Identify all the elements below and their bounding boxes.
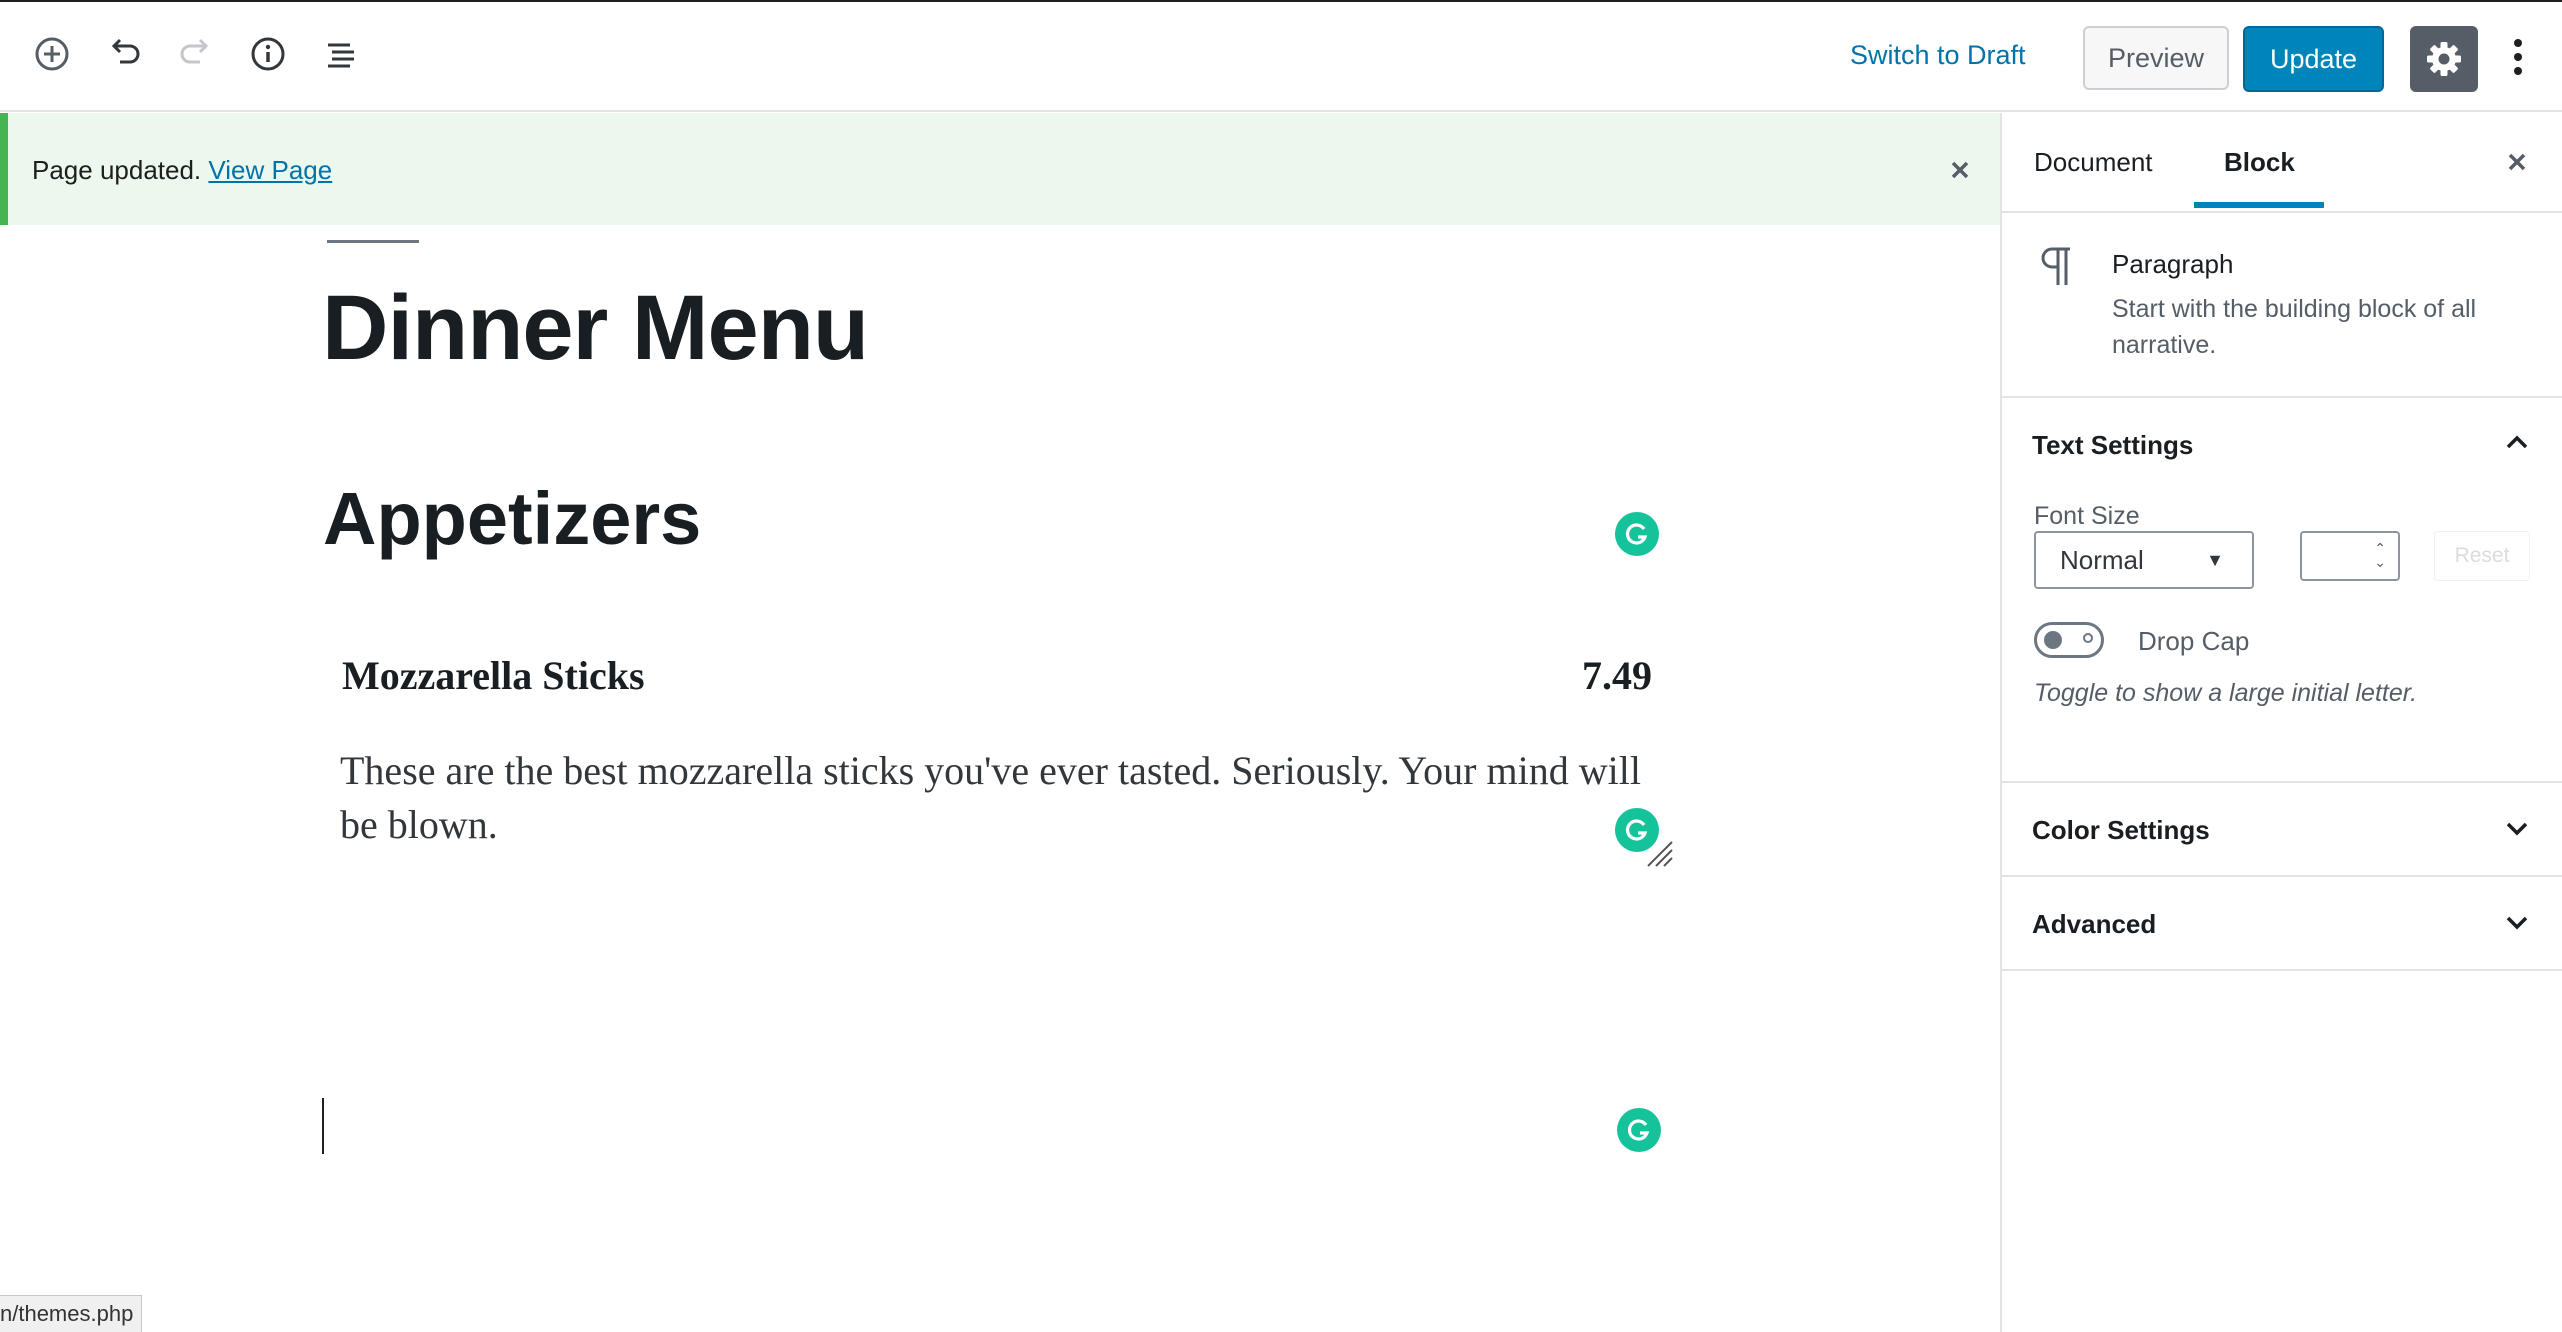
font-size-select[interactable]: Normal ▼ — [2034, 531, 2254, 589]
undo-icon[interactable] — [104, 34, 144, 74]
plus-circle-icon[interactable] — [32, 34, 72, 74]
sidebar-tabs: Document Block — [2002, 113, 2562, 213]
active-tab-indicator — [2194, 202, 2324, 208]
stepper-arrows-icon[interactable]: ⌃ ⌄ — [2374, 541, 2386, 569]
post-title[interactable]: Dinner Menu — [322, 276, 869, 381]
menu-item-name[interactable]: Mozzarella Sticks — [342, 652, 645, 699]
menu-item-price[interactable]: 7.49 — [1582, 652, 1652, 699]
block-card: Paragraph Start with the building block … — [2002, 213, 2562, 398]
grammarly-icon[interactable] — [1617, 1108, 1661, 1152]
gear-icon — [2427, 42, 2461, 76]
text-settings-panel: Text Settings Font Size Normal ▼ ⌃ ⌄ Rese… — [2002, 398, 2562, 783]
text-settings-toggle[interactable]: Text Settings — [2032, 430, 2193, 461]
title-separator — [327, 240, 419, 243]
notice-message: Page updated. View Page — [32, 155, 332, 186]
settings-sidebar: Document Block Paragraph Start with the … — [2000, 113, 2562, 1332]
editor-toolbar: Switch to Draft Preview Update — [0, 0, 2562, 112]
heading-block[interactable]: Appetizers — [323, 476, 701, 561]
switch-to-draft-button[interactable]: Switch to Draft — [1850, 40, 2026, 71]
block-description: Start with the building block of all nar… — [2112, 295, 2477, 359]
info-icon[interactable] — [248, 34, 288, 74]
paragraph-icon — [2038, 245, 2074, 289]
redo-icon[interactable] — [176, 34, 216, 74]
text-cursor — [322, 1098, 324, 1154]
font-size-label: Font Size — [2034, 502, 2140, 530]
drop-cap-toggle[interactable] — [2034, 622, 2104, 658]
toggle-knob — [2044, 631, 2062, 649]
close-icon[interactable] — [1943, 153, 1977, 187]
more-vertical-icon[interactable] — [2500, 32, 2536, 82]
advanced-panel: Advanced — [2002, 877, 2562, 971]
font-size-value: Normal — [2060, 545, 2144, 575]
success-notice: Page updated. View Page — [0, 113, 2000, 225]
close-icon[interactable] — [2502, 147, 2532, 177]
settings-button[interactable] — [2410, 26, 2478, 92]
chevron-up-icon[interactable] — [2502, 428, 2532, 458]
color-settings-toggle[interactable]: Color Settings — [2032, 815, 2210, 846]
drop-cap-help: Toggle to show a large initial letter. — [2034, 679, 2418, 707]
update-button[interactable]: Update — [2243, 26, 2384, 92]
reset-font-size-button[interactable]: Reset — [2434, 531, 2530, 581]
chevron-down-icon[interactable] — [2502, 907, 2532, 937]
list-outline-icon[interactable] — [320, 34, 360, 74]
preview-button[interactable]: Preview — [2083, 26, 2229, 90]
resize-handle-icon[interactable] — [1644, 838, 1674, 868]
toggle-off-indicator — [2083, 633, 2093, 643]
menu-item-description[interactable]: These are the best mozzarella sticks you… — [340, 744, 1670, 852]
chevron-down-icon[interactable] — [2502, 813, 2532, 843]
status-bar-url: n/themes.php — [0, 1295, 143, 1332]
block-name: Paragraph — [2112, 249, 2234, 279]
view-page-link[interactable]: View Page — [208, 155, 332, 185]
notice-text: Page updated. — [32, 155, 202, 185]
drop-cap-label[interactable]: Drop Cap — [2138, 626, 2249, 657]
tab-document[interactable]: Document — [2034, 147, 2153, 178]
grammarly-icon[interactable] — [1615, 512, 1659, 556]
tab-block[interactable]: Block — [2224, 147, 2295, 178]
dropdown-arrow-icon: ▼ — [2206, 550, 2224, 570]
advanced-toggle[interactable]: Advanced — [2032, 909, 2156, 940]
editor-canvas: Dinner Menu Appetizers Mozzarella Sticks… — [0, 226, 2000, 1332]
custom-font-size-input[interactable]: ⌃ ⌄ — [2300, 531, 2400, 581]
color-settings-panel: Color Settings — [2002, 783, 2562, 877]
